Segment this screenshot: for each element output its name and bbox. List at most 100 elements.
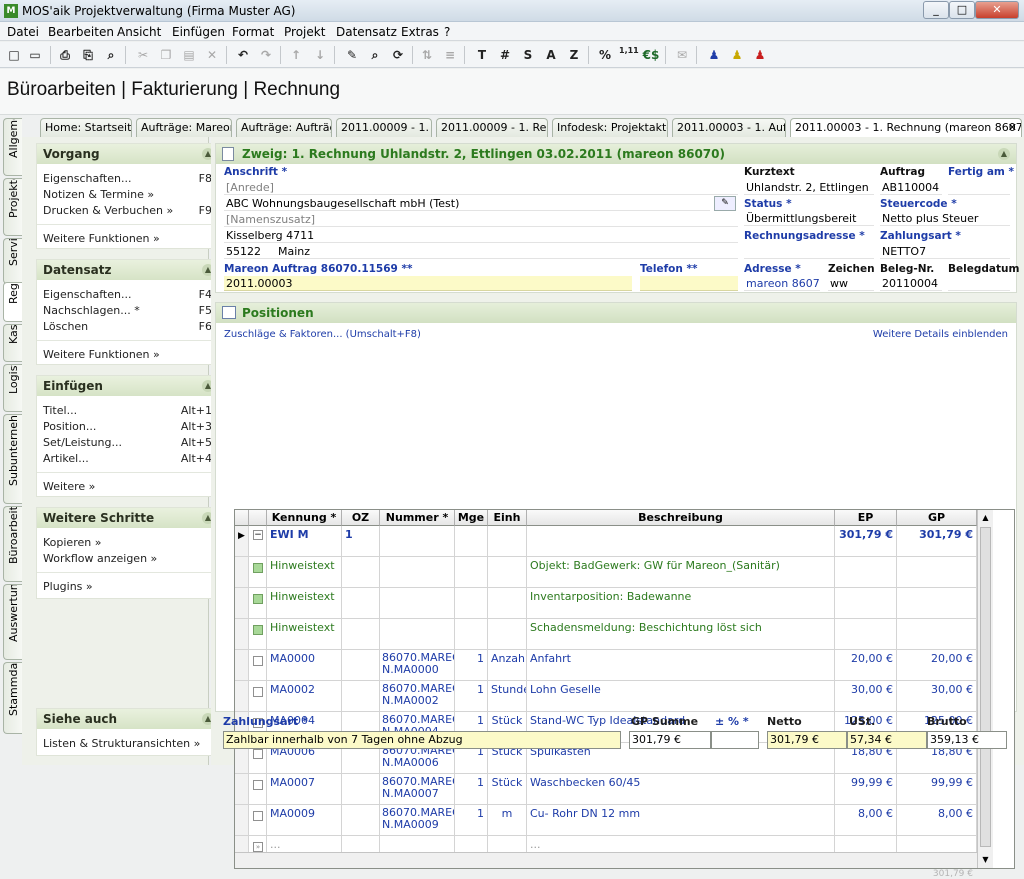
cell-kennung[interactable]: MA0009: [267, 805, 342, 836]
print-preview-icon[interactable]: ⎘: [79, 46, 97, 64]
text-a-icon[interactable]: A: [542, 46, 560, 64]
belegdatum-field[interactable]: [948, 276, 1010, 291]
tab-auftraege-mareon[interactable]: Aufträge: Mareon: [136, 118, 232, 137]
vorgang-drucken[interactable]: Drucken & Verbuchen »: [43, 204, 173, 217]
schritte-workflow[interactable]: Workflow anzeigen »: [43, 552, 157, 565]
cell-ep[interactable]: [835, 557, 897, 588]
cell-oz[interactable]: [342, 588, 380, 619]
panel-title[interactable]: Vorgang ▲: [37, 144, 220, 164]
side-tab-projekte[interactable]: Projekte: [3, 178, 22, 236]
side-tab-service[interactable]: Service: [3, 238, 22, 284]
column-header-einh[interactable]: Einh: [488, 510, 527, 526]
cell-mge[interactable]: 1: [455, 681, 488, 712]
row-checkbox[interactable]: [253, 625, 263, 635]
tab-home[interactable]: Home: Startseite: [40, 118, 132, 137]
cell-oz[interactable]: [342, 805, 380, 836]
cell-kennung[interactable]: MA0007: [267, 774, 342, 805]
side-tab-bueroarbeiten[interactable]: Büroarbeiten: [3, 506, 22, 582]
undo-icon[interactable]: ↶: [234, 46, 252, 64]
text-s-icon[interactable]: S: [519, 46, 537, 64]
auftrag-field[interactable]: AB110004: [880, 180, 942, 195]
einfuegen-artikel[interactable]: Artikel...: [43, 452, 89, 465]
text-t-icon[interactable]: T: [473, 46, 491, 64]
tab-2011-00003-rechnung[interactable]: 2011.00003 - 1. Rechnung (mareon 86070) ✕: [790, 118, 1022, 138]
adresse-field[interactable]: mareon 86070: [744, 276, 820, 291]
anrede-field[interactable]: [Anrede]: [224, 180, 738, 195]
scroll-down-icon[interactable]: ▼: [978, 852, 993, 868]
percent-icon[interactable]: %: [596, 46, 614, 64]
cell-oz[interactable]: [342, 557, 380, 588]
row-checkbox[interactable]: [253, 656, 263, 666]
currency-icon[interactable]: €$: [642, 46, 660, 64]
user-yellow-icon[interactable]: ♟: [728, 46, 746, 64]
print-icon[interactable]: ⎙: [56, 46, 74, 64]
menu-extras[interactable]: Extras: [401, 25, 439, 39]
cell-oz[interactable]: [342, 619, 380, 650]
cell-beschreibung[interactable]: Lohn Geselle: [527, 681, 835, 712]
tab-close-icon[interactable]: ✕: [1008, 121, 1017, 134]
refresh-icon[interactable]: ⟳: [389, 46, 407, 64]
move-down-icon[interactable]: ↓: [311, 46, 329, 64]
menu-help[interactable]: ?: [444, 25, 450, 39]
move-up-icon[interactable]: ↑: [287, 46, 305, 64]
table-row[interactable]: Hinweistext Schadensmeldung: Beschichtung…: [235, 619, 977, 650]
panel-title[interactable]: Siehe auch ▲: [37, 709, 220, 729]
horizontal-scrollbar[interactable]: [235, 852, 977, 868]
text-z-icon[interactable]: Z: [565, 46, 583, 64]
row-checkbox[interactable]: [253, 687, 263, 697]
table-row[interactable]: ▶ − EWI M 1 301,79 €301,79 €: [235, 526, 977, 557]
cell-beschreibung[interactable]: Schadensmeldung: Beschichtung löst sich: [527, 619, 835, 650]
cell-gp[interactable]: 30,00 €: [897, 681, 977, 712]
menu-datei[interactable]: Datei: [7, 25, 39, 39]
cell-nummer[interactable]: [380, 557, 455, 588]
cell-kennung[interactable]: Hinweistext: [267, 588, 342, 619]
table-row[interactable]: MA0009 86070.MAREO N.MA0009 1 m Cu- Rohr DN …: [235, 805, 977, 836]
name-field[interactable]: ABC Wohnungsbaugesellschaft mbH (Test): [224, 196, 710, 211]
scroll-up-icon[interactable]: ▲: [978, 510, 993, 526]
table-row[interactable]: MA0002 86070.MAREO N.MA0002 1 Stunde Lohn Ge…: [235, 681, 977, 712]
cell-beschreibung[interactable]: Objekt: BadGewerk: GW für Mareon_(Sanitä…: [527, 557, 835, 588]
minimize-button[interactable]: _: [923, 1, 949, 19]
address-book-icon[interactable]: ✎: [714, 196, 736, 211]
cell-beschreibung[interactable]: Waschbecken 60/45: [527, 774, 835, 805]
cell-kennung[interactable]: Hinweistext: [267, 619, 342, 650]
cell-beschreibung[interactable]: Anfahrt: [527, 650, 835, 681]
percent-field[interactable]: [711, 731, 759, 749]
cell-einh[interactable]: [488, 619, 527, 650]
menu-bearbeiten[interactable]: Bearbeiten: [48, 25, 114, 39]
siehe-listen[interactable]: Listen & Strukturansichten »: [43, 737, 200, 750]
cell-oz[interactable]: [342, 774, 380, 805]
column-header-gp[interactable]: GP: [897, 510, 977, 526]
strasse-field[interactable]: Kisselberg 4711: [224, 228, 738, 243]
datensatz-nachschlagen[interactable]: Nachschlagen... *: [43, 304, 140, 317]
rechnungsadresse-field[interactable]: [744, 244, 874, 259]
cell-mge[interactable]: [455, 526, 488, 557]
cell-mge[interactable]: [455, 588, 488, 619]
cell-nummer[interactable]: [380, 526, 455, 557]
vorgang-weitere[interactable]: Weitere Funktionen »: [43, 232, 160, 245]
datensatz-loeschen[interactable]: Löschen: [43, 320, 88, 333]
menu-format[interactable]: Format: [232, 25, 274, 39]
cell-einh[interactable]: Anzahl: [488, 650, 527, 681]
user-blue-icon[interactable]: ♟: [705, 46, 723, 64]
cell-ep[interactable]: 8,00 €: [835, 805, 897, 836]
kurztext-field[interactable]: Uhlandstr. 2, Ettlingen: [744, 180, 874, 195]
cell-nummer[interactable]: 86070.MAREO N.MA0002: [380, 681, 455, 712]
belegnr-field[interactable]: 20110004: [880, 276, 942, 291]
column-header-ep[interactable]: EP: [835, 510, 897, 526]
cell-gp[interactable]: [897, 557, 977, 588]
einfuegen-position[interactable]: Position...: [43, 420, 96, 433]
cell-ep[interactable]: [835, 588, 897, 619]
cell-kennung[interactable]: MA0000: [267, 650, 342, 681]
vorgang-eigenschaften[interactable]: Eigenschaften...: [43, 172, 131, 185]
cell-einh[interactable]: m: [488, 805, 527, 836]
row-checkbox[interactable]: [253, 563, 263, 573]
redo-icon[interactable]: ↷: [257, 46, 275, 64]
paste-icon[interactable]: ▤: [180, 46, 198, 64]
tab-2011-00003-auftr[interactable]: 2011.00003 - 1. Auftr: [672, 118, 786, 137]
weitere-details-link[interactable]: Weitere Details einblenden: [873, 329, 1008, 340]
vorgang-notizen[interactable]: Notizen & Termine »: [43, 188, 154, 201]
copy-icon[interactable]: ❐: [157, 46, 175, 64]
decimal-icon[interactable]: 1,11: [619, 46, 639, 64]
datensatz-eigenschaften[interactable]: Eigenschaften...: [43, 288, 131, 301]
